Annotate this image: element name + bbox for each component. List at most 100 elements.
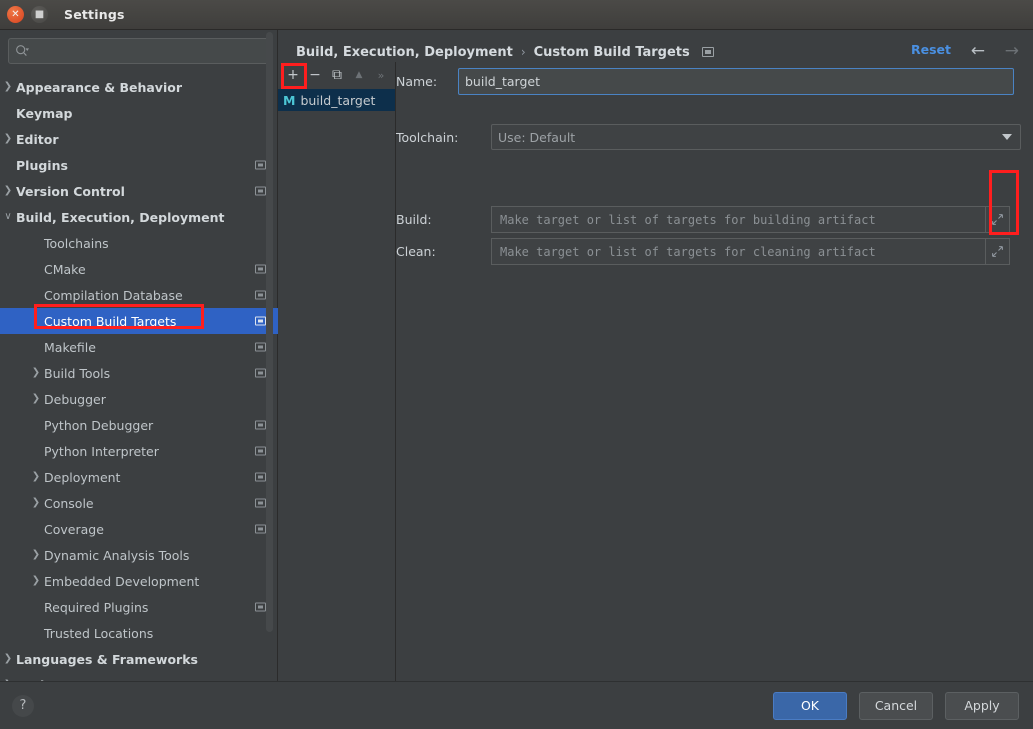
- clean-input[interactable]: Make target or list of targets for clean…: [491, 238, 986, 265]
- search-input[interactable]: [29, 43, 262, 59]
- build-placeholder: Make target or list of targets for build…: [500, 212, 876, 227]
- sidebar-item-console[interactable]: ❯ Console: [0, 490, 278, 516]
- chevron-right-icon: ❯: [31, 471, 41, 482]
- sidebar-item-coverage[interactable]: Coverage: [0, 516, 278, 542]
- ok-button[interactable]: OK: [773, 691, 847, 720]
- dialog-footer: ? OK Cancel Apply: [0, 681, 1033, 729]
- sidebar-scrollbar[interactable]: [266, 32, 273, 632]
- breadcrumb-current: Custom Build Targets: [533, 44, 690, 60]
- sidebar-item-plugins[interactable]: Plugins: [0, 152, 278, 178]
- sidebar-item-python-interpreter[interactable]: Python Interpreter: [0, 438, 278, 464]
- maximize-icon[interactable]: ■: [31, 6, 48, 23]
- project-setting-icon: [255, 186, 266, 196]
- settings-detail-pane: Build, Execution, Deployment › Custom Bu…: [278, 30, 1033, 681]
- sidebar-item-label: Version Control: [16, 183, 125, 199]
- sidebar-item-label: Makefile: [44, 339, 96, 355]
- arrow-left-icon[interactable]: ←: [971, 40, 985, 62]
- chevron-right-icon: ❯: [31, 575, 41, 586]
- name-label: Name:: [396, 74, 438, 89]
- search-icon: [16, 45, 29, 56]
- clean-placeholder: Make target or list of targets for clean…: [500, 244, 876, 259]
- chevron-right-icon: ❯: [31, 497, 41, 508]
- sidebar-item-version-control[interactable]: ❯ Version Control: [0, 178, 278, 204]
- clean-label: Clean:: [396, 244, 436, 259]
- sidebar-item-makefile[interactable]: Makefile: [0, 334, 278, 360]
- project-setting-icon: [255, 446, 266, 456]
- arrow-right-icon: →: [1004, 41, 1019, 61]
- sidebar-item-build-execution-deployment[interactable]: ∨ Build, Execution, Deployment: [0, 204, 278, 230]
- toolchain-row: Toolchain: Use: Default: [396, 124, 1021, 150]
- sidebar-item-editor[interactable]: ❯ Editor: [0, 126, 278, 152]
- sidebar-item-label: Console: [44, 495, 94, 511]
- window-titlebar: ✕ ■ Settings: [0, 0, 1033, 30]
- window-title: Settings: [64, 7, 125, 22]
- settings-tree: ❯ Appearance & Behavior Keymap ❯ Editor Plugi…: [0, 74, 278, 681]
- sidebar-item-label: Debugger: [44, 391, 106, 407]
- apply-button[interactable]: Apply: [945, 691, 1019, 720]
- project-setting-icon: [255, 368, 266, 378]
- sidebar-item-custom-build-targets[interactable]: Custom Build Targets: [0, 308, 278, 334]
- remove-target-button[interactable]: −: [305, 65, 325, 85]
- sidebar-item-label: Toolchains: [44, 235, 109, 251]
- build-expand-button[interactable]: [986, 206, 1010, 233]
- sidebar-item-build-tools[interactable]: ❯ Build Tools: [0, 360, 278, 386]
- move-up-button: ▲: [355, 70, 363, 80]
- sidebar-item-toolchains[interactable]: Toolchains: [0, 230, 278, 256]
- chevron-right-icon: ❯: [3, 185, 13, 196]
- sidebar-item-appearance-behavior[interactable]: ❯ Appearance & Behavior: [0, 74, 278, 100]
- project-setting-icon: [255, 316, 266, 326]
- cancel-button[interactable]: Cancel: [859, 691, 933, 720]
- sidebar-item-cmake[interactable]: CMake: [0, 256, 278, 282]
- sidebar-item-label: Keymap: [16, 105, 73, 121]
- help-button[interactable]: ?: [12, 694, 34, 717]
- target-list-item[interactable]: Mbuild_target: [278, 89, 395, 111]
- sidebar-item-deployment[interactable]: ❯ Deployment: [0, 464, 278, 490]
- sidebar-item-label: Trusted Locations: [44, 625, 154, 641]
- name-input[interactable]: [458, 68, 1014, 95]
- toolchain-selected-value: Use: Default: [498, 129, 576, 145]
- makefile-badge: M: [283, 92, 296, 108]
- settings-sidebar: ❯ Appearance & Behavior Keymap ❯ Editor Plugi…: [0, 30, 278, 681]
- project-setting-icon: [255, 472, 266, 482]
- project-setting-icon: [255, 524, 266, 534]
- toolchain-select[interactable]: Use: Default: [491, 124, 1021, 150]
- chevron-down-icon: [1002, 134, 1012, 140]
- sidebar-item-label: Editor: [16, 131, 59, 147]
- reset-link[interactable]: Reset: [911, 42, 951, 57]
- build-input[interactable]: Make target or list of targets for build…: [491, 206, 986, 233]
- search-box[interactable]: [8, 38, 269, 64]
- sidebar-item-trusted-locations[interactable]: Trusted Locations: [0, 620, 278, 646]
- sidebar-item-compilation-database[interactable]: Compilation Database: [0, 282, 278, 308]
- clean-expand-button[interactable]: [986, 238, 1010, 265]
- sidebar-item-label: Compilation Database: [44, 287, 183, 303]
- project-setting-icon: [255, 160, 266, 170]
- sidebar-item-python-debugger[interactable]: Python Debugger: [0, 412, 278, 438]
- sidebar-item-label: Python Interpreter: [44, 443, 159, 459]
- sidebar-item-tools[interactable]: ❯Tools: [0, 672, 278, 682]
- sidebar-item-label: Coverage: [44, 521, 104, 537]
- targets-list: Mbuild_target: [278, 88, 395, 111]
- sidebar-item-languages-frameworks[interactable]: ❯ Languages & Frameworks: [0, 646, 278, 672]
- breadcrumb-root[interactable]: Build, Execution, Deployment: [296, 45, 513, 60]
- sidebar-item-label: Deployment: [44, 469, 121, 485]
- sidebar-item-keymap[interactable]: Keymap: [0, 100, 278, 126]
- clean-row: Clean: Make target or list of targets fo…: [396, 238, 1010, 265]
- targets-panel: + − ⧉ ▲ » Mbuild_target: [278, 62, 396, 681]
- sidebar-item-debugger[interactable]: ❯ Debugger: [0, 386, 278, 412]
- sidebar-item-label: Python Debugger: [44, 417, 154, 433]
- project-setting-icon: [255, 602, 266, 612]
- project-setting-icon: [255, 420, 266, 430]
- sidebar-item-dynamic-analysis-tools[interactable]: ❯ Dynamic Analysis Tools: [0, 542, 278, 568]
- sidebar-item-label: Build Tools: [44, 365, 111, 381]
- sidebar-item-required-plugins[interactable]: Required Plugins: [0, 594, 278, 620]
- sidebar-item-label: Custom Build Targets: [44, 313, 177, 329]
- close-icon[interactable]: ✕: [7, 6, 24, 23]
- chevron-right-icon: ❯: [31, 367, 41, 378]
- expand-arrows-icon: [992, 214, 1003, 225]
- add-target-button[interactable]: +: [283, 65, 303, 85]
- copy-target-button[interactable]: ⧉: [327, 65, 347, 85]
- sidebar-item-label: Build, Execution, Deployment: [16, 209, 225, 225]
- sidebar-item-label: Plugins: [16, 157, 68, 173]
- sidebar-item-embedded-development[interactable]: ❯ Embedded Development: [0, 568, 278, 594]
- dialog-buttons: OK Cancel Apply: [773, 691, 1019, 720]
